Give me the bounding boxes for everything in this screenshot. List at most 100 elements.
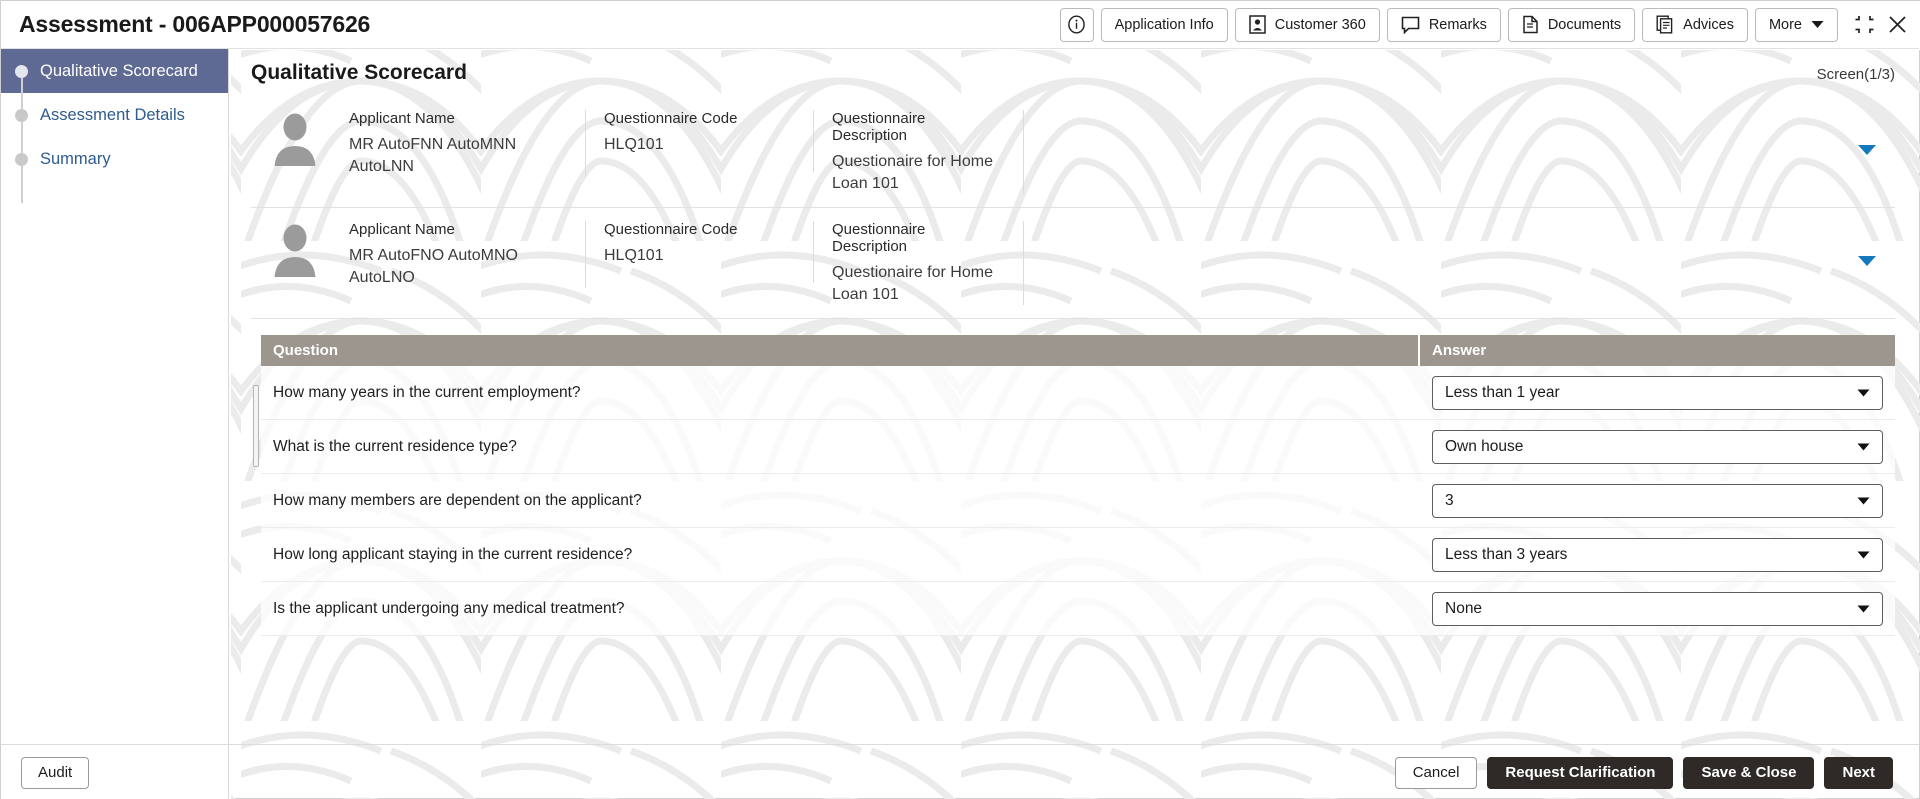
questionnaire-code-field: Questionnaire Code HLQ101 [586, 110, 814, 172]
question-text: Is the applicant undergoing any medical … [273, 599, 625, 617]
applicant-name-value: MR AutoFNO AutoMNO AutoLNO [349, 247, 518, 286]
question-table-wrapper: Question Answer How many years in the cu… [251, 335, 1895, 637]
chevron-down-icon [1857, 600, 1870, 618]
answer-cell: None [1420, 582, 1895, 635]
step-dot-icon [15, 64, 28, 78]
cancel-button[interactable]: Cancel [1394, 756, 1478, 789]
questionnaire-code-field: Questionnaire Code HLQ101 [586, 221, 814, 284]
answer-dropdown[interactable]: Less than 1 year [1432, 375, 1883, 410]
customer-360-button[interactable]: Customer 360 [1234, 7, 1380, 42]
question-text: How long applicant staying in the curren… [273, 545, 633, 563]
table-body: How many years in the current employment… [261, 366, 1895, 637]
answer-value: Own house [1445, 437, 1524, 455]
questionnaire-description-label: Questionnaire Description [832, 110, 926, 144]
more-button[interactable]: More [1754, 7, 1838, 42]
answer-dropdown[interactable]: None [1432, 591, 1883, 626]
minimize-restore-icon[interactable] [1855, 15, 1874, 34]
advices-label: Advices [1683, 16, 1734, 33]
speech-bubble-icon [1401, 16, 1420, 34]
answer-cell: 3 [1420, 474, 1895, 527]
applicant-name-label: Applicant Name [349, 221, 455, 239]
questionnaire-description-field: Questionnaire Description Questionaire f… [814, 221, 1024, 306]
applicant-name-value: MR AutoFNN AutoMNN AutoLNN [349, 136, 517, 175]
toolbar: Application Info Customer 360 Remarks Do… [1059, 7, 1919, 42]
table-row: How many members are dependent on the ap… [261, 474, 1895, 529]
remarks-button[interactable]: Remarks [1386, 7, 1501, 42]
answer-dropdown[interactable]: Own house [1432, 429, 1883, 464]
request-clarification-button[interactable]: Request Clarification [1487, 756, 1674, 789]
chevron-down-icon [1811, 21, 1824, 28]
chevron-down-icon [1857, 384, 1870, 402]
window-titlebar: Assessment - 006APP000057626 Application… [1, 1, 1919, 49]
applicant-name-label: Applicant Name [349, 110, 455, 127]
save-and-close-button[interactable]: Save & Close [1683, 756, 1815, 789]
page-header: Qualitative Scorecard Screen(1/3) [251, 61, 1895, 85]
answer-dropdown[interactable]: 3 [1432, 483, 1883, 518]
question-table: Question Answer How many years in the cu… [261, 335, 1895, 637]
document-icon [1523, 15, 1538, 34]
close-icon[interactable] [1888, 15, 1907, 34]
action-footer: Cancel Request Clarification Save & Clos… [229, 744, 1919, 799]
sidebar-item-assessment-details[interactable]: Assessment Details [1, 93, 228, 159]
remarks-label: Remarks [1428, 16, 1487, 33]
questionnaire-description-value: Questionaire for Home Loan 101 [832, 264, 993, 303]
documents-stack-icon [1656, 15, 1673, 34]
scrollbar-thumb[interactable] [253, 385, 259, 468]
sidebar-item-qualitative-scorecard[interactable]: Qualitative Scorecard [1, 49, 228, 115]
next-button[interactable]: Next [1824, 756, 1893, 789]
audit-button[interactable]: Audit [21, 756, 90, 789]
question-text: How many members are dependent on the ap… [273, 491, 642, 509]
applicant-name-field: Applicant Name MR AutoFNN AutoMNN AutoLN… [331, 110, 586, 178]
sidebar-item-label: Qualitative Scorecard [40, 61, 198, 80]
column-header-answer: Answer [1420, 335, 1895, 367]
contact-card-icon [1248, 15, 1266, 34]
answer-cell: Less than 3 years [1420, 528, 1895, 581]
answer-value: Less than 3 years [1445, 545, 1568, 563]
sidebar-footer: Audit [1, 744, 228, 799]
sidebar-item-label: Assessment Details [40, 105, 185, 124]
main-content: Qualitative Scorecard Screen(1/3) Applic… [229, 49, 1919, 799]
screen-counter: Screen(1/3) [1816, 66, 1895, 83]
questionnaire-description-label: Questionnaire Description [832, 221, 926, 256]
step-dot-icon [15, 108, 28, 122]
applicant-card: Applicant Name MR AutoFNO AutoMNO AutoLN… [251, 208, 1895, 320]
answer-value: 3 [1445, 491, 1454, 509]
table-row: How many years in the current employment… [261, 366, 1895, 421]
table-row: What is the current residence type? Own … [261, 420, 1895, 475]
table-row: Is the applicant undergoing any medical … [261, 582, 1895, 637]
assessment-window: Assessment - 006APP000057626 Application… [0, 0, 1920, 799]
documents-label: Documents [1547, 16, 1622, 33]
question-table-scrollbar[interactable] [251, 335, 261, 636]
application-info-button[interactable]: Application Info [1100, 7, 1228, 42]
sidebar-item-summary[interactable]: Summary [1, 137, 228, 203]
documents-button[interactable]: Documents [1507, 7, 1636, 42]
questionnaire-description-value: Questionaire for Home Loan 101 [832, 153, 993, 192]
customer-360-label: Customer 360 [1274, 16, 1366, 33]
answer-dropdown[interactable]: Less than 3 years [1432, 537, 1883, 572]
window-body: Qualitative Scorecard Assessment Details… [1, 49, 1919, 799]
answer-cell: Less than 1 year [1420, 366, 1895, 419]
advices-button[interactable]: Advices [1642, 7, 1748, 42]
chevron-down-icon [1857, 492, 1870, 510]
answer-value: Less than 1 year [1445, 383, 1560, 401]
column-header-question: Question [261, 335, 1420, 367]
stepper-connector [21, 159, 23, 203]
expand-applicant-chevron-down-icon[interactable] [1857, 143, 1877, 161]
chevron-down-icon [1857, 546, 1870, 564]
info-icon [1068, 15, 1085, 34]
table-row: How long applicant staying in the curren… [261, 528, 1895, 583]
page-title: Qualitative Scorecard [251, 61, 467, 84]
questionnaire-code-value: HLQ101 [604, 247, 664, 265]
table-header-row: Question Answer [261, 335, 1895, 367]
expand-applicant-chevron-down-icon[interactable] [1857, 254, 1877, 272]
questionnaire-description-field: Questionnaire Description Questionaire f… [814, 110, 1024, 195]
questionnaire-code-label: Questionnaire Code [604, 110, 738, 127]
question-text: How many years in the current employment… [273, 383, 581, 401]
answer-value: None [1445, 599, 1483, 617]
avatar [259, 110, 331, 166]
answer-cell: Own house [1420, 420, 1895, 473]
questionnaire-code-label: Questionnaire Code [604, 221, 738, 239]
more-label: More [1768, 16, 1802, 33]
questionnaire-code-value: HLQ101 [604, 136, 664, 153]
info-button[interactable] [1059, 7, 1094, 42]
